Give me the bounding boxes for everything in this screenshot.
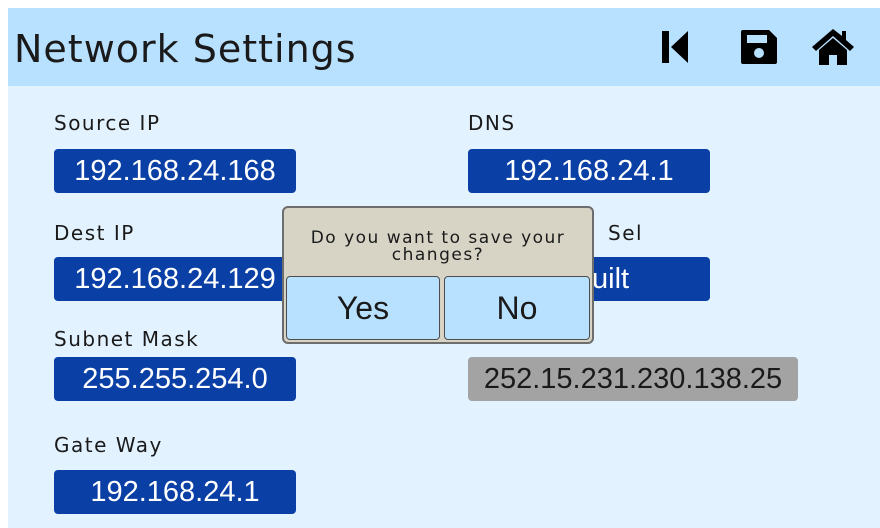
save-icon [741, 30, 777, 64]
save-confirm-dialog: Do you want to save your changes? Yes No [282, 206, 594, 344]
subnet-mask-field[interactable]: 255.255.254.0 [54, 357, 296, 401]
save-button[interactable] [736, 26, 782, 68]
dns-label: DNS [468, 111, 516, 135]
gateway-label: Gate Way [54, 433, 163, 457]
subnet-mask-label: Subnet Mask [54, 327, 200, 351]
yes-button[interactable]: Yes [286, 276, 440, 340]
home-icon [812, 29, 854, 65]
no-button[interactable]: No [444, 276, 590, 340]
dns-field[interactable]: 192.168.24.1 [468, 149, 710, 193]
dest-ip-label: Dest IP [54, 221, 135, 245]
page-title: Network Settings [14, 27, 357, 71]
skip-back-button[interactable] [652, 26, 698, 68]
dialog-message-line2: changes? [391, 245, 485, 265]
home-button[interactable] [810, 26, 856, 68]
mac-address-field: 252.15.231.230.138.25 [468, 357, 798, 401]
skip-back-icon [662, 31, 688, 63]
gateway-field[interactable]: 192.168.24.1 [54, 470, 296, 514]
sel-label: Sel [608, 221, 644, 245]
dest-ip-field[interactable]: 192.168.24.129 [54, 257, 296, 301]
source-ip-label: Source IP [54, 111, 161, 135]
source-ip-field[interactable]: 192.168.24.168 [54, 149, 296, 193]
dialog-message: Do you want to save your changes? [284, 230, 592, 264]
